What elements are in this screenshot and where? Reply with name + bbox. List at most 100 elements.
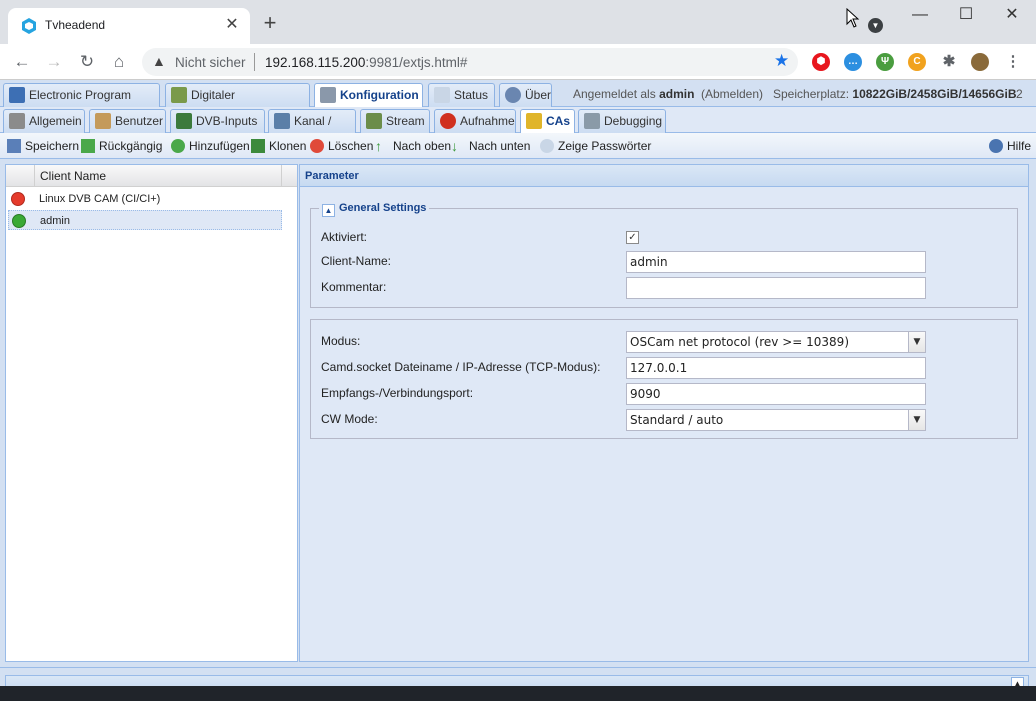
modus-label: Modus: xyxy=(321,334,361,348)
clone-icon xyxy=(251,139,265,153)
security-label: Nicht sicher xyxy=(175,55,246,70)
column-header-client-name[interactable]: Client Name xyxy=(34,165,282,187)
bookmark-star-icon[interactable]: ★ xyxy=(774,51,789,71)
rec-icon xyxy=(440,113,456,129)
help-icon xyxy=(989,139,1003,153)
kommentar-label: Kommentar: xyxy=(321,280,387,294)
eye-icon xyxy=(540,139,554,153)
tab-dvb-inputs[interactable]: DVB-Inputs xyxy=(170,109,265,133)
address-bar[interactable]: ▲ Nicht sicher 192.168.115.200:9981/extj… xyxy=(142,48,798,76)
kommentar-field[interactable] xyxy=(626,277,926,299)
tvheadend-app: Electronic Program Guide Digitaler Video… xyxy=(0,80,1036,701)
tab-aufnahme[interactable]: Aufnahme xyxy=(434,109,516,133)
arrow-down-icon: ↓ xyxy=(451,138,458,154)
shield-extension-icon[interactable]: Ψ xyxy=(876,53,894,71)
tab-benutzer[interactable]: Benutzer xyxy=(89,109,166,133)
coupon-extension-icon[interactable]: C xyxy=(908,53,926,71)
eye-icon xyxy=(434,87,450,103)
camd-address-field[interactable]: 127.0.0.1 xyxy=(626,357,926,379)
chevron-down-icon[interactable]: ▼ xyxy=(908,332,925,352)
tab-stream[interactable]: Stream xyxy=(360,109,430,133)
url-text: 192.168.115.200:9981/extjs.html# xyxy=(265,55,468,70)
undo-icon xyxy=(81,139,95,153)
browser-menu-icon[interactable]: ⋮ xyxy=(1004,53,1022,71)
move-up-button[interactable]: ↑ Nach oben xyxy=(375,138,451,154)
home-icon[interactable]: ⌂ xyxy=(107,50,131,74)
tab-konfiguration[interactable]: Konfiguration xyxy=(314,83,423,108)
tvheadend-favicon-icon xyxy=(22,18,36,34)
aktiviert-checkbox[interactable]: ✓ xyxy=(626,231,639,244)
tab-dvr[interactable]: Digitaler Videorekorder xyxy=(165,83,310,124)
new-tab-button[interactable]: + xyxy=(258,12,282,36)
ok-status-icon xyxy=(12,214,26,228)
tab-ueber[interactable]: Über xyxy=(499,83,552,107)
chip-icon xyxy=(176,113,192,129)
cw-mode-label: CW Mode: xyxy=(321,412,378,426)
tools-icon xyxy=(9,113,25,129)
delete-button[interactable]: Löschen xyxy=(310,138,373,154)
browser-toolbar: ← → ↻ ⌂ ▲ Nicht sicher 192.168.115.200:9… xyxy=(0,44,1036,80)
logout-link[interactable]: (Abmelden) xyxy=(701,87,763,101)
close-tab-icon[interactable]: ✕ xyxy=(222,15,242,35)
download-icon xyxy=(171,87,187,103)
save-icon xyxy=(7,139,21,153)
window-close-button[interactable]: ✕ xyxy=(989,4,1035,30)
tab-debugging[interactable]: Debugging xyxy=(578,109,666,133)
help-button[interactable]: Hilfe xyxy=(989,138,1031,154)
adblock-extension-icon[interactable]: ⬢ xyxy=(812,53,830,71)
browser-tab-title: Tvheadend xyxy=(45,18,106,32)
maximize-button[interactable]: ☐ xyxy=(943,4,989,30)
grid-header: Client Name xyxy=(6,165,297,187)
table-row[interactable]: admin xyxy=(8,210,282,230)
action-toolbar: Speichern Rückgängig Hinzufügen Klonen L… xyxy=(0,133,1036,159)
arrow-up-icon: ↑ xyxy=(375,138,382,154)
save-button[interactable]: Speichern xyxy=(7,138,79,154)
warning-icon: ▲ xyxy=(152,53,166,69)
collapse-toggle-icon[interactable]: ▲ xyxy=(322,204,335,217)
mode-fieldset: Modus: OSCam net protocol (rev >= 10389)… xyxy=(310,319,1018,439)
tab-kanal-epg[interactable]: Kanal / EPG xyxy=(268,109,356,150)
add-button[interactable]: Hinzufügen xyxy=(171,138,250,154)
minimize-button[interactable]: — xyxy=(897,4,943,30)
storage-info: Speicherplatz: 10822GiB/2458GiB/14656GiB xyxy=(773,87,1017,101)
move-down-button[interactable]: ↓ Nach unten xyxy=(451,138,530,154)
undo-button[interactable]: Rückgängig xyxy=(81,138,162,154)
browser-tab[interactable]: Tvheadend ✕ xyxy=(8,8,250,44)
client-name-field[interactable]: admin xyxy=(626,251,926,273)
cw-mode-select[interactable]: Standard / auto ▼ xyxy=(626,409,926,431)
forward-arrow-icon[interactable]: → xyxy=(42,50,66,74)
stream-icon xyxy=(366,113,382,129)
info-icon xyxy=(505,87,521,103)
chevron-down-icon[interactable]: ▼ xyxy=(868,18,883,33)
tab-epg[interactable]: Electronic Program Guide xyxy=(3,83,160,124)
tab-allgemein[interactable]: Allgemein xyxy=(3,109,85,133)
gears-icon xyxy=(584,113,600,129)
tab-cas[interactable]: CAs xyxy=(520,109,575,134)
section-title[interactable]: ▲ General Settings xyxy=(319,200,430,217)
ca-client-grid: Client Name Linux DVB CAM (CI/CI+) admin xyxy=(5,164,298,662)
storage-info-overflow: 2 xyxy=(1016,87,1023,101)
show-passwords-button[interactable]: Zeige Passwörter xyxy=(540,138,651,154)
tab-status[interactable]: Status xyxy=(428,83,495,107)
back-arrow-icon[interactable]: ← xyxy=(10,50,34,74)
puzzle-extensions-icon[interactable]: ✱ xyxy=(940,53,958,71)
chat-extension-icon[interactable]: … xyxy=(844,53,862,71)
users-icon xyxy=(95,113,111,129)
avatar[interactable] xyxy=(971,53,989,71)
url-divider xyxy=(254,53,255,71)
table-row[interactable]: Linux DVB CAM (CI/CI+) xyxy=(8,189,282,209)
delete-icon xyxy=(310,139,324,153)
modus-select[interactable]: OSCam net protocol (rev >= 10389) ▼ xyxy=(626,331,926,353)
login-info: Angemeldet als admin xyxy=(573,87,695,101)
tv-icon xyxy=(274,113,290,129)
sub-tabbar: Allgemein Benutzer DVB-Inputs Kanal / EP… xyxy=(0,107,1036,150)
reload-icon[interactable]: ↻ xyxy=(75,50,99,74)
port-field[interactable]: 9090 xyxy=(626,383,926,405)
epg-icon xyxy=(9,87,25,103)
port-label: Empfangs-/Verbindungsport: xyxy=(321,386,474,400)
general-settings-fieldset: ▲ General Settings Aktiviert: ✓ Client-Na… xyxy=(310,200,1018,308)
chevron-down-icon[interactable]: ▼ xyxy=(908,410,925,430)
aktiviert-label: Aktiviert: xyxy=(321,230,368,244)
clone-button[interactable]: Klonen xyxy=(251,138,306,154)
wrench-icon xyxy=(320,87,336,103)
